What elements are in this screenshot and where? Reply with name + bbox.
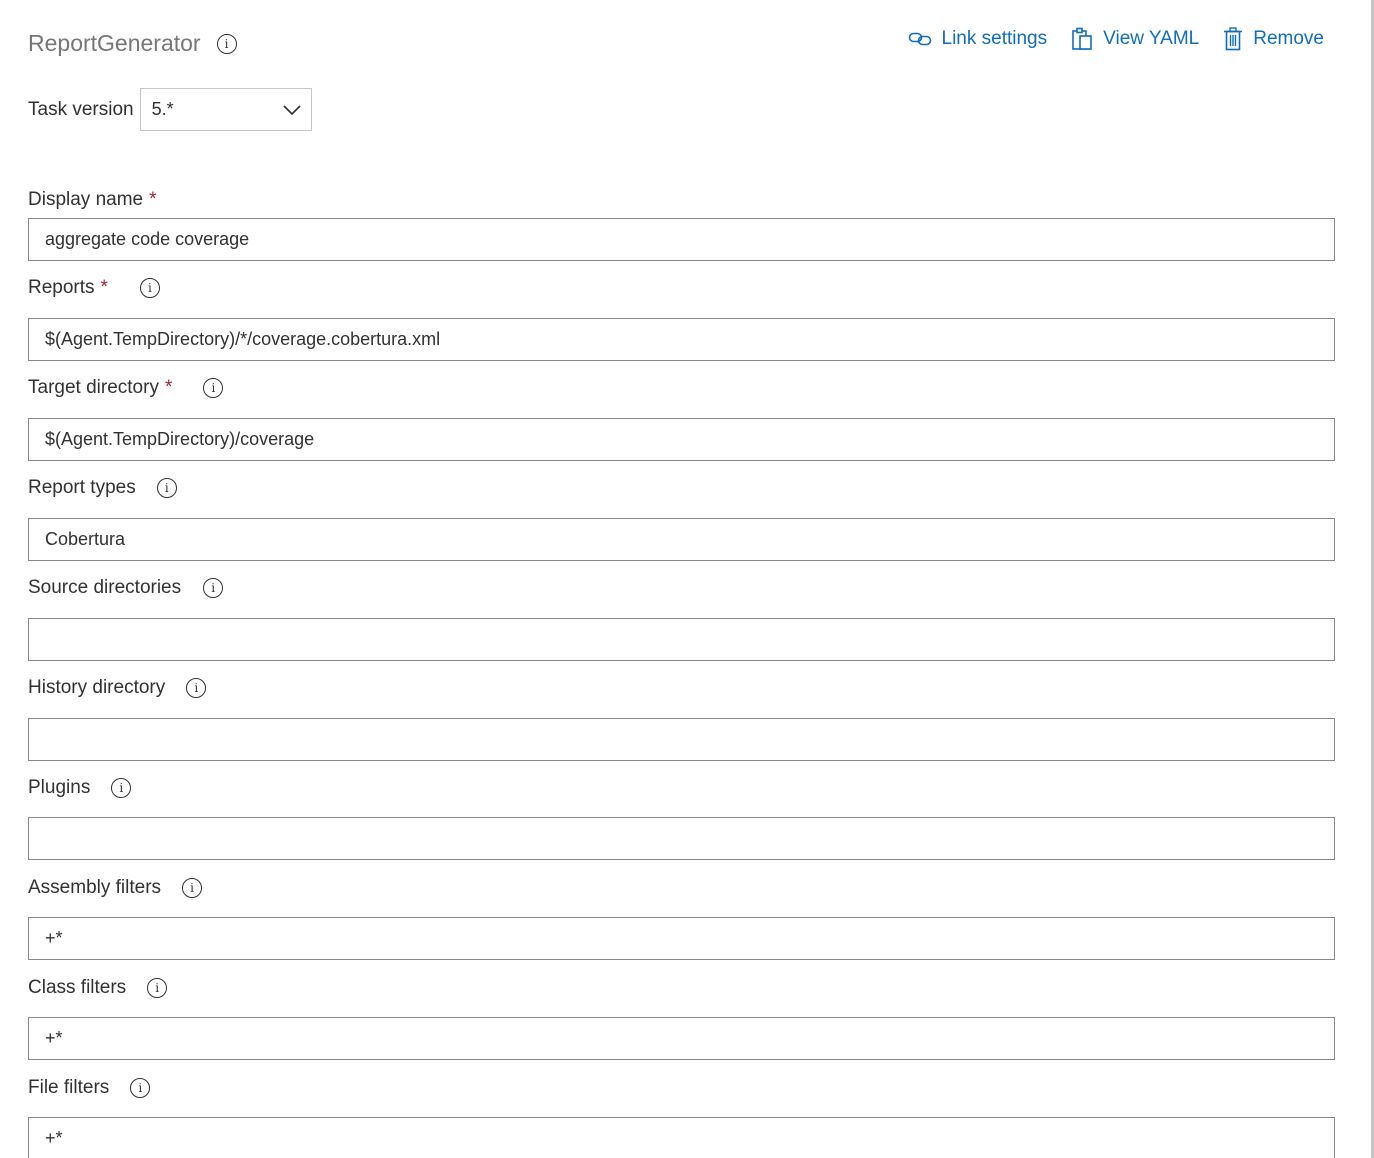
field-label: File filters i [28, 1076, 1335, 1100]
info-icon[interactable]: i [130, 1078, 151, 1098]
task-editor-page: ReportGenerator i Link settings View YAM… [0, 0, 1374, 1158]
view-yaml-label: View YAML [1103, 28, 1200, 49]
field-display-name: Display name * aggregate code coverage [28, 188, 1335, 261]
info-icon[interactable]: i [139, 278, 160, 298]
info-icon[interactable]: i [111, 778, 132, 798]
field-plugins: Plugins i [28, 776, 1335, 860]
assembly-filters-label: Assembly filters [28, 877, 162, 898]
plugins-label: Plugins [28, 777, 91, 798]
field-label: Assembly filters i [28, 876, 1335, 900]
field-label: Class filters i [28, 976, 1335, 1000]
task-header: ReportGenerator i [28, 30, 237, 57]
file-filters-label: File filters [28, 1077, 110, 1098]
target-directory-input[interactable]: $(Agent.TempDirectory)/coverage [28, 418, 1335, 461]
class-filters-label: Class filters [28, 977, 127, 998]
field-label: Plugins i [28, 776, 1335, 800]
field-label: Display name * [28, 188, 1335, 212]
info-icon[interactable]: i [203, 378, 224, 398]
task-title: ReportGenerator [28, 30, 201, 56]
task-version-dropdown[interactable]: 5.* [139, 88, 312, 131]
trash-icon [1224, 27, 1243, 51]
source-directories-input[interactable] [28, 618, 1335, 661]
remove-label: Remove [1253, 28, 1324, 49]
field-label: Report types i [28, 476, 1335, 500]
field-label: Target directory * i [28, 376, 1335, 400]
field-class-filters: Class filters i +* [28, 976, 1335, 1060]
task-version-value: 5.* [151, 99, 174, 119]
view-yaml-button[interactable]: View YAML [1071, 27, 1199, 51]
plugins-input[interactable] [28, 817, 1335, 860]
required-asterisk: * [149, 189, 157, 210]
clipboard-icon [1072, 27, 1092, 50]
link-settings-label: Link settings [941, 28, 1048, 49]
info-icon[interactable]: i [182, 878, 203, 898]
assembly-filters-input[interactable]: +* [28, 917, 1335, 960]
required-asterisk: * [164, 377, 173, 398]
history-directory-label: History directory [28, 677, 166, 698]
field-file-filters: File filters i +* [28, 1076, 1335, 1158]
field-target-directory: Target directory * i $(Agent.TempDirecto… [28, 376, 1335, 461]
field-label: History directory i [28, 676, 1335, 700]
info-icon[interactable]: i [216, 33, 237, 54]
history-directory-input[interactable] [28, 718, 1335, 761]
info-icon[interactable]: i [147, 978, 168, 998]
field-assembly-filters: Assembly filters i +* [28, 876, 1335, 960]
class-filters-input[interactable]: +* [28, 1017, 1335, 1060]
display-name-input[interactable]: aggregate code coverage [28, 218, 1335, 261]
field-report-types: Report types i Cobertura [28, 476, 1335, 561]
link-settings-button[interactable]: Link settings [908, 28, 1048, 50]
field-source-directories: Source directories i [28, 576, 1335, 661]
file-filters-input[interactable]: +* [28, 1117, 1335, 1158]
info-icon[interactable]: i [203, 578, 224, 598]
task-version-label: Task version [28, 98, 134, 120]
required-asterisk: * [100, 277, 108, 298]
info-icon[interactable]: i [186, 678, 207, 698]
source-directories-label: Source directories [28, 577, 182, 598]
display-name-label: Display name [28, 189, 144, 210]
reports-label: Reports [28, 277, 95, 298]
report-types-input[interactable]: Cobertura [28, 518, 1335, 561]
target-directory-label: Target directory [28, 377, 159, 398]
remove-button[interactable]: Remove [1223, 27, 1324, 51]
info-icon[interactable]: i [156, 478, 177, 498]
report-types-label: Report types [28, 477, 136, 498]
field-label: Source directories i [28, 576, 1335, 600]
link-icon [908, 32, 931, 46]
field-reports: Reports * i $(Agent.TempDirectory)/*/cov… [28, 276, 1335, 361]
reports-input[interactable]: $(Agent.TempDirectory)/*/coverage.cobert… [28, 318, 1335, 361]
field-history-directory: History directory i [28, 676, 1335, 761]
field-label: Reports * i [28, 276, 1335, 300]
task-version-row: Task version 5.* [28, 88, 312, 131]
chevron-down-icon [283, 104, 301, 115]
task-actions-toolbar: Link settings View YAML Remove [884, 27, 1324, 51]
